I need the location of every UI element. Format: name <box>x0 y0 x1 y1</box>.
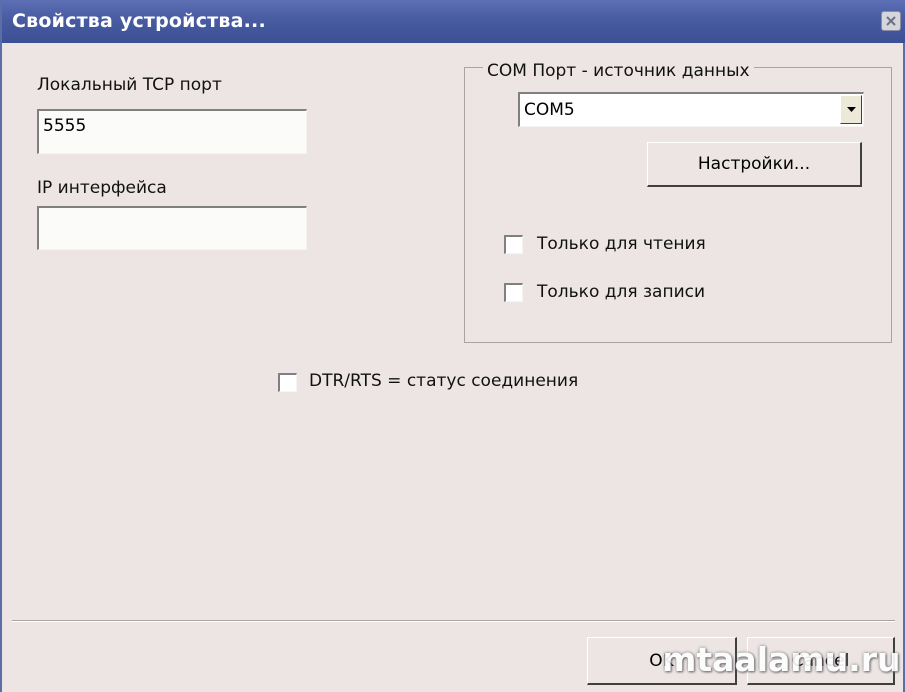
footer-separator <box>12 620 895 622</box>
write-only-checkbox[interactable] <box>504 283 523 302</box>
dtr-rts-label: DTR/RTS = статус соединения <box>309 371 579 391</box>
ip-interface-label: IP интерфейса <box>37 178 167 198</box>
chevron-down-icon <box>847 107 856 112</box>
read-only-checkbox[interactable] <box>504 235 523 254</box>
ip-interface-input[interactable] <box>37 206 307 250</box>
com-port-selected-value: COM5 <box>524 100 575 120</box>
close-button[interactable] <box>881 11 901 31</box>
window-title: Свойства устройства... <box>12 10 266 32</box>
dtr-rts-checkbox[interactable] <box>278 373 297 392</box>
com-port-dropdown-button[interactable] <box>840 95 862 124</box>
com-settings-button[interactable]: Настройки... <box>647 142 862 187</box>
watermark-text: mtaalamu.ru <box>662 640 901 679</box>
write-only-label: Только для записи <box>537 282 706 302</box>
read-only-label: Только для чтения <box>537 234 706 254</box>
local-tcp-port-input[interactable]: 5555 <box>37 109 307 154</box>
local-tcp-port-label: Локальный TCP порт <box>37 75 222 95</box>
close-icon <box>886 16 896 26</box>
title-bar[interactable]: Свойства устройства... <box>2 0 905 43</box>
com-port-group-legend: COM Порт - источник данных <box>483 61 754 81</box>
com-port-select[interactable]: COM5 <box>518 92 864 127</box>
properties-dialog: Свойства устройства... Локальный TCP пор… <box>0 0 905 692</box>
